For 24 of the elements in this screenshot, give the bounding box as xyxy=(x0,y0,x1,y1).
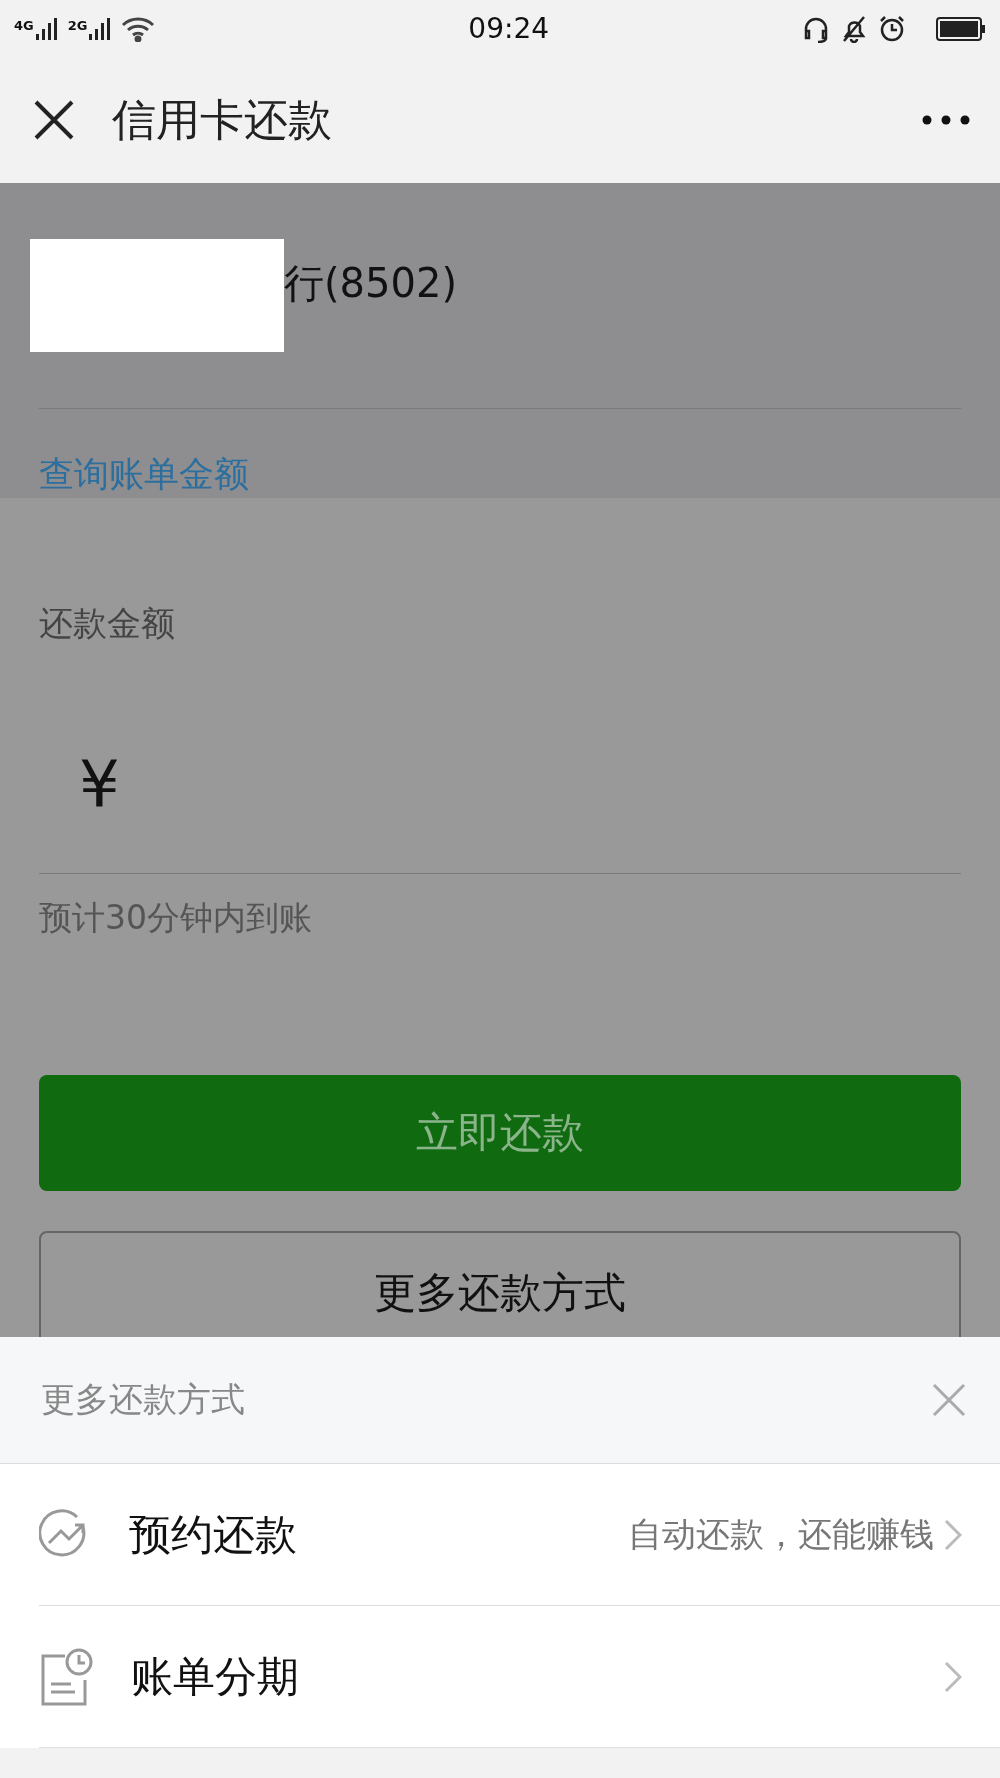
method-subtitle: 自动还款，还能赚钱 xyxy=(628,1512,934,1556)
battery-icon xyxy=(936,16,986,41)
bell-off-icon xyxy=(840,14,868,43)
status-time: 09:24 xyxy=(467,12,551,45)
chevron-right-icon xyxy=(944,1518,962,1551)
network-label: 2G xyxy=(67,17,88,33)
close-icon[interactable] xyxy=(34,100,74,140)
method-title: 预约还款 xyxy=(129,1508,298,1561)
currency-symbol: ¥ xyxy=(79,747,120,821)
arrival-note: 预计30分钟内到账 xyxy=(39,897,312,939)
method-row[interactable]: 预约还款 自动还款，还能赚钱 xyxy=(39,1464,1000,1606)
chevron-right-icon xyxy=(944,1660,962,1693)
document-clock-icon xyxy=(39,1647,93,1706)
sheet-title: 更多还款方式 xyxy=(41,1378,245,1421)
page-title: 信用卡还款 xyxy=(112,92,333,147)
wifi-icon xyxy=(121,15,156,42)
bank-name: 行(8502) xyxy=(284,259,457,308)
amount-label: 还款金额 xyxy=(39,602,175,645)
network-label: 4G xyxy=(14,17,34,33)
method-title: 账单分期 xyxy=(131,1650,300,1703)
more-icon[interactable] xyxy=(922,115,970,125)
signal-icon xyxy=(89,17,112,40)
signal-icon xyxy=(35,17,58,40)
alarm-icon xyxy=(878,14,906,43)
